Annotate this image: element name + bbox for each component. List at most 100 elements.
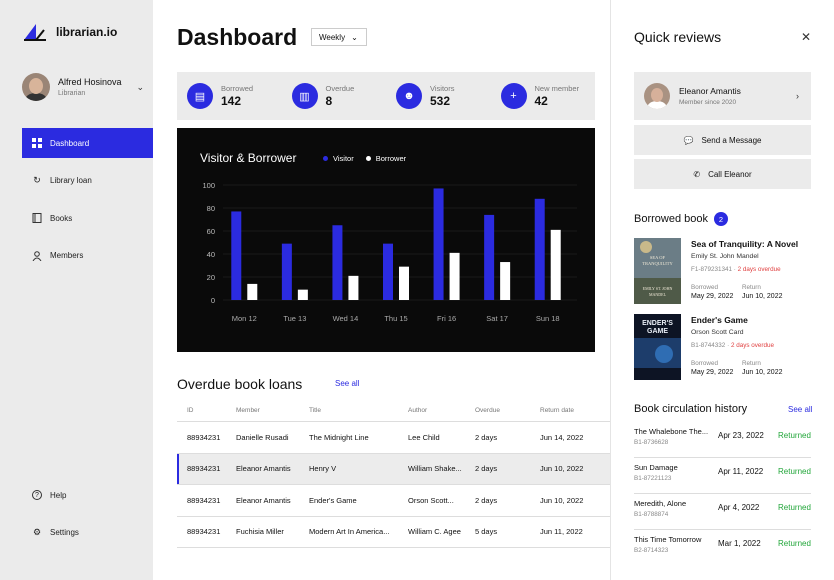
column-header: Title	[309, 407, 322, 414]
y-tick-label: 80	[207, 204, 215, 213]
cell-overdue: 2 days	[475, 464, 498, 474]
book-icon: ▤	[187, 83, 213, 109]
column-header: Member	[236, 407, 260, 414]
table-row[interactable]: 88934231 Fuchisia Miller Modern Art In A…	[177, 517, 610, 548]
book-id-line: B1-8744332 · 2 days overdue	[691, 342, 774, 349]
history-item[interactable]: This Time Tomorrow B2-8714323 Mar 1, 202…	[634, 530, 811, 566]
book-icon	[32, 213, 42, 223]
sidebar-item-library-loan[interactable]: ↻ Library loan	[22, 166, 153, 196]
chevron-down-icon[interactable]: ⌄	[136, 82, 144, 93]
button-label: Call Eleanor	[708, 169, 752, 179]
cell-overdue: 5 days	[475, 527, 498, 537]
period-select[interactable]: Weekly ⌄	[311, 28, 367, 46]
cell-overdue: 2 days	[475, 495, 498, 505]
x-tick-label: Fri 16	[437, 314, 456, 323]
sidebar-item-members[interactable]: Members	[22, 241, 153, 271]
cell-return-date: Jun 14, 2022	[540, 432, 584, 442]
table-row[interactable]: 88934231 Eleanor Amantis Ender's Game Or…	[177, 485, 610, 517]
stat-value: 532	[430, 94, 451, 108]
book-alert-icon: ▥	[291, 83, 318, 109]
table-header: ID Member Title Author Overdue Return da…	[177, 400, 610, 422]
bar-borrower	[247, 283, 258, 300]
cell-return-date: Jun 10, 2022	[540, 464, 584, 474]
cell-overdue: 2 days	[475, 432, 498, 442]
return-label: Return	[742, 360, 761, 367]
book-title: Ender's Game	[691, 315, 748, 325]
cell-author: Lee Child	[408, 432, 440, 442]
bar-borrower	[348, 275, 359, 300]
table-row[interactable]: 88934231 Danielle Rusadi The Midnight Li…	[177, 422, 610, 454]
y-tick-label: 40	[207, 250, 215, 259]
cell-title: Modern Art In America...	[309, 527, 390, 537]
panel-title: Quick reviews	[634, 29, 722, 45]
book-author: Emily St. John Mandel	[691, 253, 759, 260]
page-title: Dashboard	[177, 24, 298, 50]
return-date: Jun 10, 2022	[742, 369, 783, 376]
reviewer-name: Eleanor Amantis	[679, 86, 741, 96]
bar-visitor	[281, 243, 292, 300]
close-icon[interactable]: ✕	[801, 30, 811, 44]
cell-id: 88934231	[187, 495, 221, 505]
cover-text: MANDEL	[649, 292, 667, 297]
overdue-table: ID Member Title Author Overdue Return da…	[177, 400, 610, 548]
borrowed-book[interactable]: SEA OF TRANQUILITY EMILY ST. JOHN MANDEL…	[634, 238, 811, 304]
reviewer-card[interactable]: Eleanor Amantis Member since 2020 ›	[634, 72, 811, 120]
bar-visitor	[484, 214, 495, 300]
history-status: Returned	[778, 467, 811, 476]
send-message-button[interactable]: 💬 Send a Message	[634, 125, 811, 155]
book-id: F1-879231341	[691, 266, 732, 273]
chevron-down-icon: ⌄	[351, 32, 358, 42]
count-badge: 2	[714, 212, 728, 226]
overdue-label: 2 days overdue	[737, 266, 781, 273]
overdue-see-all-link[interactable]: See all	[335, 379, 359, 388]
logo-icon	[24, 24, 46, 41]
return-date: Jun 10, 2022	[742, 293, 783, 300]
stat-label: Visitors	[430, 84, 455, 93]
history-title: This Time Tomorrow	[634, 535, 702, 544]
history-id: B1-8736628	[634, 439, 669, 446]
bar-visitor	[383, 243, 393, 300]
logo[interactable]: librarian.io	[22, 22, 117, 42]
stat-label: Borrowed	[221, 84, 254, 93]
borrowed-book[interactable]: ENDER'S GAME Ender's Game Orson Scott Ca…	[634, 314, 811, 380]
sidebar-item-settings[interactable]: ⚙ Settings	[22, 517, 153, 547]
bar-visitor	[433, 188, 444, 300]
sidebar-item-books[interactable]: Books	[22, 203, 153, 233]
history-id: B1-87221123	[634, 475, 672, 482]
table-row[interactable]: 88934231 Eleanor Amantis Henry V William…	[177, 453, 610, 485]
cell-title: The Midnight Line	[309, 432, 369, 442]
stat-value: 142	[221, 94, 242, 108]
column-header: ID	[187, 407, 194, 414]
sidebar-item-label: Settings	[50, 527, 79, 537]
period-value: Weekly	[319, 32, 346, 42]
borrowed-label: Borrowed	[691, 360, 718, 367]
history-item[interactable]: Sun Damage B1-87221123 Apr 11, 2022 Retu…	[634, 458, 811, 494]
chevron-right-icon: ›	[796, 91, 799, 101]
history-item[interactable]: The Whalebone The... B1-8736628 Apr 23, …	[634, 422, 811, 458]
stat-new-member: + New member 42	[491, 83, 596, 109]
history-see-all-link[interactable]: See all	[788, 405, 812, 414]
borrowed-date: May 29, 2022	[691, 293, 734, 300]
gear-icon: ⚙	[32, 526, 42, 537]
column-header: Author	[408, 407, 428, 414]
x-tick-label: Tue 13	[283, 314, 306, 323]
cell-author: William C. Agee	[408, 527, 461, 537]
stat-value: 42	[534, 94, 548, 108]
call-button[interactable]: ✆ Call Eleanor	[634, 159, 811, 189]
book-author: Orson Scott Card	[691, 329, 744, 336]
history-status: Returned	[778, 431, 811, 440]
sidebar-item-dashboard[interactable]: Dashboard	[22, 128, 153, 158]
cell-id: 88934231	[187, 432, 221, 442]
bar-visitor	[534, 198, 545, 300]
sidebar-item-help[interactable]: ? Help	[22, 480, 153, 510]
user-name: Alfred Hosinova	[58, 77, 122, 87]
cell-member: Eleanor Amantis	[236, 495, 291, 505]
avatar	[644, 83, 670, 109]
user-profile[interactable]: Alfred Hosinova Librarian ⌄	[22, 73, 144, 101]
reviewer-since: Member since 2020	[679, 99, 737, 106]
book-id: B1-8744332	[691, 342, 726, 349]
history-item[interactable]: Meredith, Alone B1-8788874 Apr 4, 2022 R…	[634, 494, 811, 530]
cell-title: Henry V	[309, 464, 337, 474]
bar-borrower	[297, 289, 308, 300]
sidebar-item-label: Library loan	[50, 176, 92, 185]
